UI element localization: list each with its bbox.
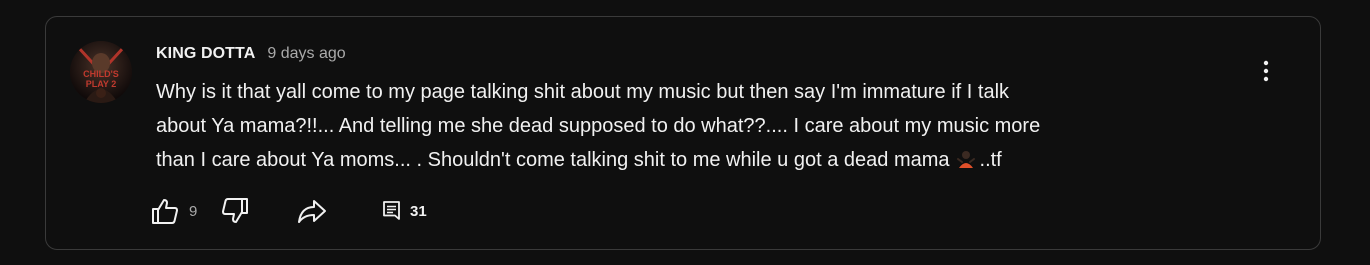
author-name[interactable]: KING DOTTA (156, 45, 255, 63)
comment-timestamp[interactable]: 9 days ago (267, 45, 345, 63)
more-vertical-icon (1263, 60, 1269, 82)
like-button[interactable]: 9 (150, 195, 197, 227)
comment-line: than I care about Ya moms... . Shouldn't… (156, 143, 1216, 177)
comment-text: Why is it that yall come to my page talk… (156, 75, 1216, 177)
comment-actions: 9 31 (150, 195, 450, 227)
comment-tail: ..tf (979, 149, 1002, 171)
comment-line-text: than I care about Ya moms... . Shouldn't… (156, 149, 950, 171)
avatar-image: CHILD'S PLAY 2 (70, 41, 132, 103)
person-gesturing-emoji (956, 146, 976, 168)
replies-count: 31 (410, 202, 427, 220)
comment-card: CHILD'S PLAY 2 KING DOTTA 9 days ago Why… (45, 16, 1321, 250)
dislike-button[interactable] (220, 195, 250, 227)
share-button[interactable] (296, 195, 328, 227)
thumbs-up-icon (152, 199, 178, 224)
svg-text:PLAY 2: PLAY 2 (86, 79, 117, 89)
comment-header: KING DOTTA 9 days ago (156, 45, 346, 63)
like-count: 9 (189, 202, 198, 220)
svg-text:CHILD'S: CHILD'S (83, 69, 119, 79)
comment-line: about Ya mama?!!... And telling me she d… (156, 115, 1041, 137)
more-actions-button[interactable] (1254, 53, 1278, 89)
thumbs-down-icon (222, 198, 248, 223)
comment-icon (383, 201, 400, 220)
replies-button[interactable]: 31 (382, 195, 427, 227)
share-arrow-icon (298, 200, 326, 223)
author-avatar[interactable]: CHILD'S PLAY 2 (70, 41, 132, 103)
comment-line: Why is it that yall come to my page talk… (156, 81, 1010, 103)
